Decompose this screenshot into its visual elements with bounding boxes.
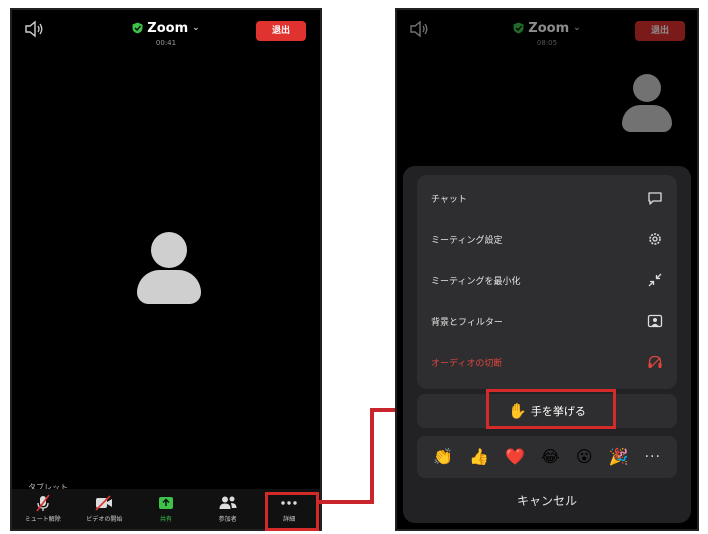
participant-avatar [137, 232, 201, 304]
zoom-meeting-screen: Zoom ⌄ 00:41 退出 タブレット ミュート解除 ビデオの開始 共有 参… [10, 8, 322, 531]
participants-label: 参加者 [218, 516, 237, 523]
laugh-reaction-icon[interactable]: 😂 [541, 449, 560, 465]
share-icon [158, 497, 173, 509]
more-button-highlight [265, 492, 319, 531]
zoom-more-menu-screen: Zoom ⌄ 08:05 退出 チャット ミーティング設定 ミーティングを最小化… [395, 8, 699, 531]
more-reactions-icon[interactable]: ··· [645, 450, 661, 464]
muted-mic-icon [36, 494, 50, 512]
start-video-button[interactable]: ビデオの開始 [74, 489, 136, 529]
share-button[interactable]: 共有 [135, 489, 197, 529]
menu-item-label: ミーティング設定 [431, 235, 503, 246]
annotation-arrow-segment [370, 408, 374, 504]
surprised-reaction-icon[interactable]: 😮 [576, 449, 593, 465]
menu-item-background-filters[interactable]: 背景とフィルター [417, 301, 677, 341]
menu-item-label: オーディオの切断 [431, 358, 503, 369]
more-menu-list: チャット ミーティング設定 ミーティングを最小化 背景とフィルター オーディオの… [417, 175, 677, 389]
menu-item-minimize-meeting[interactable]: ミーティングを最小化 [417, 260, 677, 300]
menu-item-label: ミーティングを最小化 [431, 276, 521, 287]
party-reaction-icon[interactable]: 🎉 [609, 449, 629, 465]
chevron-down-icon: ⌄ [192, 23, 200, 33]
minimize-icon [648, 273, 662, 287]
headphones-icon [648, 355, 662, 369]
annotation-arrow-segment [319, 500, 374, 504]
more-options-sheet: チャット ミーティング設定 ミーティングを最小化 背景とフィルター オーディオの… [403, 166, 691, 523]
start-video-label: ビデオの開始 [86, 516, 123, 523]
menu-item-label: チャット [431, 194, 467, 205]
participants-icon [219, 496, 237, 509]
menu-item-disconnect-audio[interactable]: オーディオの切断 [417, 342, 677, 382]
menu-item-chat[interactable]: チャット [417, 178, 677, 218]
chat-icon [648, 192, 662, 205]
meeting-title: Zoom [147, 20, 189, 36]
shield-icon [132, 22, 143, 34]
cancel-button[interactable]: キャンセル [403, 492, 691, 509]
menu-item-label: 背景とフィルター [431, 317, 503, 328]
background-icon [647, 314, 663, 328]
menu-item-meeting-settings[interactable]: ミーティング設定 [417, 219, 677, 259]
clap-reaction-icon[interactable]: 👏 [433, 449, 453, 465]
unmute-label: ミュート解除 [24, 516, 61, 523]
reactions-bar: 👏 👍 ❤️ 😂 😮 🎉 ··· [417, 436, 677, 478]
video-off-icon [95, 495, 113, 511]
meeting-top-bar: Zoom ⌄ 00:41 退出 [12, 10, 320, 50]
gear-icon [649, 233, 661, 245]
unmute-button[interactable]: ミュート解除 [12, 489, 74, 529]
raise-hand-highlight [486, 389, 616, 429]
heart-reaction-icon[interactable]: ❤️ [505, 449, 525, 465]
thumbs-up-reaction-icon[interactable]: 👍 [469, 449, 489, 465]
leave-button[interactable]: 退出 [256, 21, 306, 41]
share-label: 共有 [159, 516, 172, 523]
participants-button[interactable]: 参加者 [197, 489, 259, 529]
